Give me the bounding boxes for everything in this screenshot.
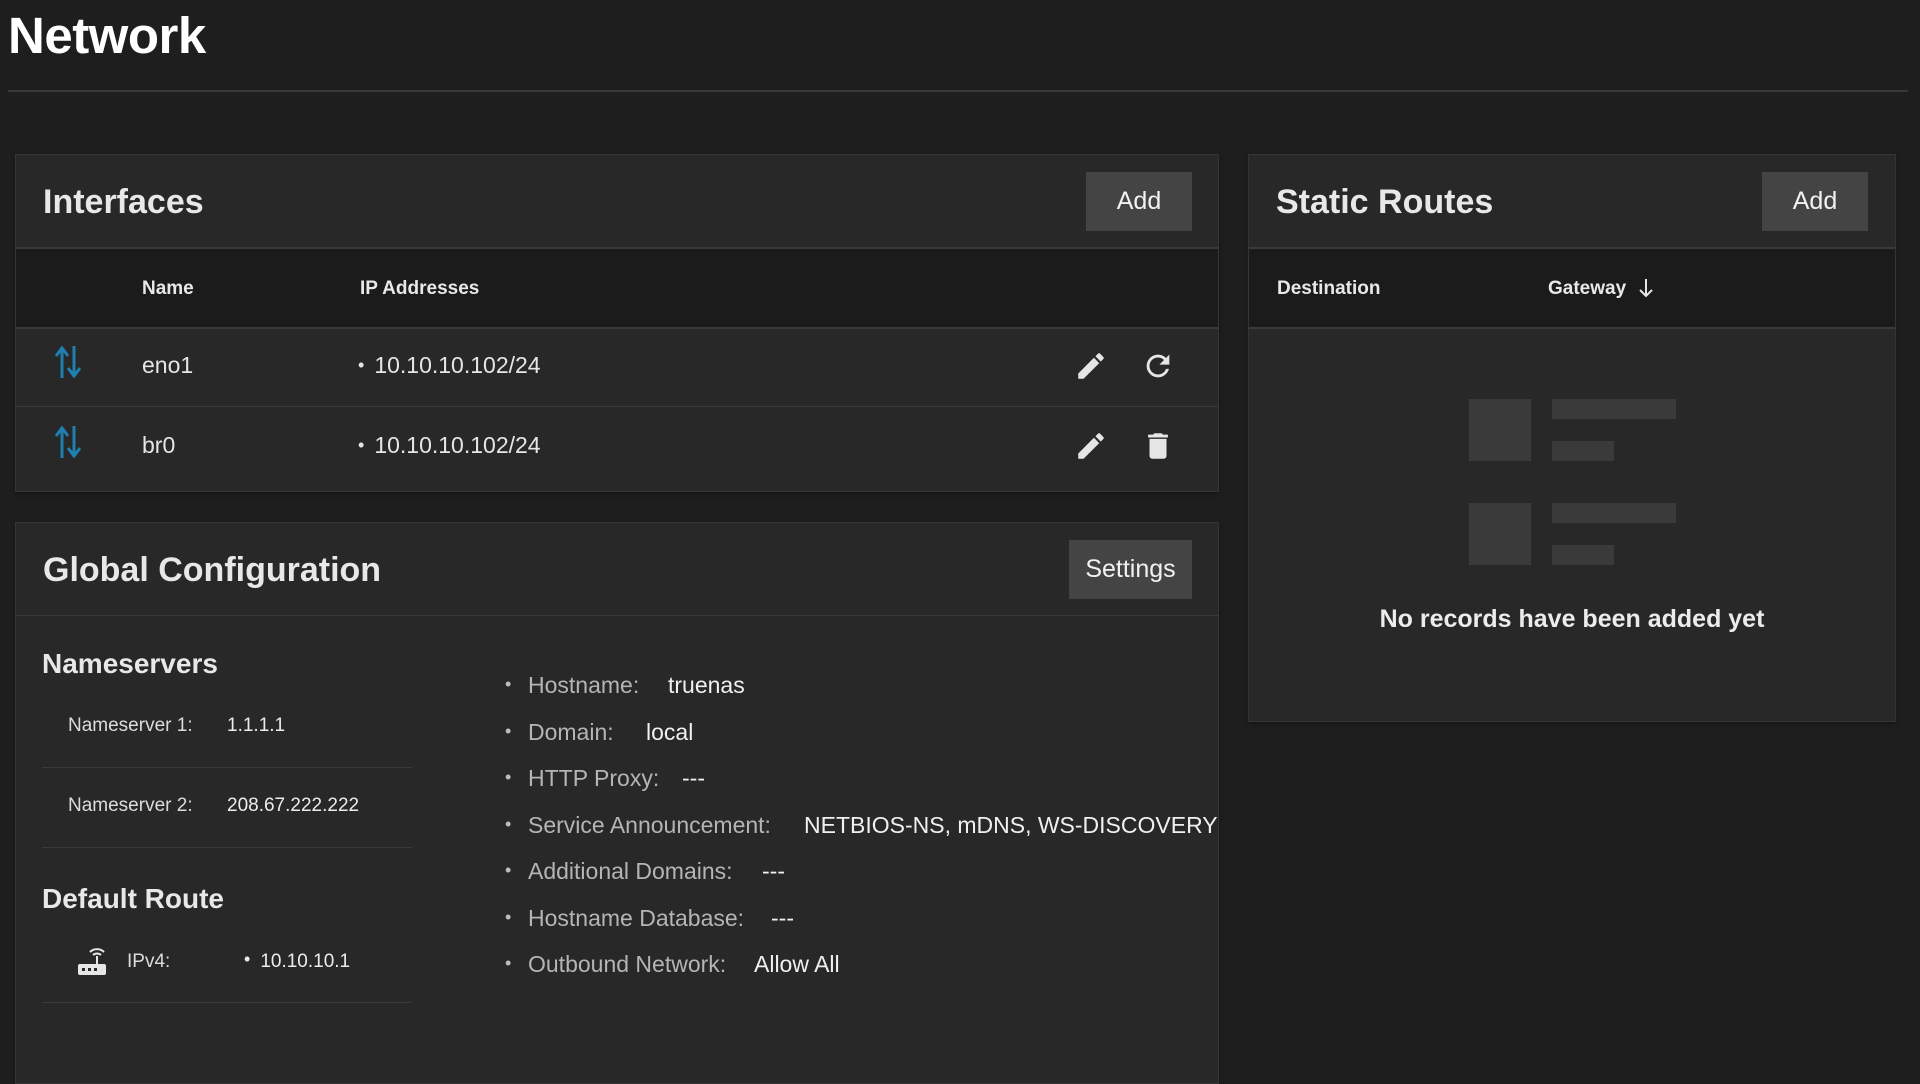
- column-header-ip-addresses[interactable]: IP Addresses: [360, 278, 479, 300]
- table-row[interactable]: eno1 10.10.10.102/24: [16, 327, 1218, 407]
- nameserver-value: 208.67.222.222: [227, 795, 360, 816]
- reset-icon[interactable]: [1141, 349, 1175, 388]
- empty-state-illustration: [1469, 399, 1679, 569]
- nameserver-row: Nameserver 1: 1.1.1.1: [42, 688, 412, 768]
- default-route-heading: Default Route: [42, 883, 224, 914]
- detail-value: Allow All: [754, 951, 840, 977]
- interface-name: br0: [142, 432, 176, 458]
- detail-label: Additional Domains:: [528, 858, 733, 884]
- arrow-down-icon[interactable]: [1637, 277, 1655, 304]
- placeholder-block: [1469, 503, 1531, 565]
- nameserver-row: Nameserver 2: 208.67.222.222: [42, 768, 412, 848]
- detail-value: ---: [762, 858, 785, 884]
- detail-value: truenas: [668, 672, 745, 698]
- add-static-route-button[interactable]: Add: [1762, 172, 1868, 231]
- interface-ip: 10.10.10.102/24: [358, 432, 540, 459]
- interfaces-title: Interfaces: [43, 183, 204, 221]
- card-divider: [16, 615, 1218, 616]
- detail-label: Hostname:: [528, 672, 640, 698]
- detail-value: ---: [682, 765, 705, 791]
- detail-value: NETBIOS-NS, mDNS, WS-DISCOVERY: [804, 811, 1218, 838]
- placeholder-line: [1552, 545, 1614, 565]
- arrows-up-down-icon: [54, 342, 84, 387]
- title-divider: [8, 90, 1908, 92]
- default-route-value: 10.10.10.1: [244, 951, 350, 973]
- placeholder-line: [1552, 503, 1676, 523]
- add-interface-button[interactable]: Add: [1086, 172, 1192, 231]
- nameserver-label: Nameserver 1:: [68, 715, 193, 736]
- static-routes-table-header: Destination Gateway: [1249, 247, 1895, 329]
- page-title: Network: [8, 7, 206, 64]
- default-route-row: IPv4: 10.10.10.1: [42, 924, 412, 1003]
- detail-label: Outbound Network:: [528, 951, 727, 977]
- empty-state-message: No records have been added yet: [1379, 605, 1765, 633]
- static-routes-card: Static Routes Add Destination Gateway No…: [1248, 154, 1896, 722]
- placeholder-line: [1552, 441, 1614, 461]
- detail-label: Service Announcement:: [528, 811, 771, 838]
- placeholder-line: [1552, 399, 1676, 419]
- column-header-gateway[interactable]: Gateway: [1548, 278, 1626, 300]
- interface-name: eno1: [142, 352, 194, 378]
- edit-icon[interactable]: [1074, 429, 1108, 468]
- settings-button[interactable]: Settings: [1069, 540, 1192, 599]
- nameservers-heading: Nameservers: [42, 648, 218, 679]
- detail-value: local: [646, 718, 694, 745]
- static-routes-title: Static Routes: [1276, 183, 1494, 221]
- global-configuration-title: Global Configuration: [43, 551, 382, 589]
- column-header-name[interactable]: Name: [142, 278, 194, 300]
- table-row[interactable]: br0 10.10.10.102/24: [16, 407, 1218, 486]
- default-route-label: IPv4:: [127, 951, 171, 972]
- interfaces-table-header: Name IP Addresses: [16, 247, 1218, 329]
- nameserver-value: 1.1.1.1: [227, 715, 286, 736]
- placeholder-block: [1469, 399, 1531, 461]
- detail-label: Hostname Database:: [528, 904, 745, 931]
- detail-label: Domain:: [528, 718, 614, 745]
- detail-label: HTTP Proxy:: [528, 765, 660, 791]
- nameserver-label: Nameserver 2:: [68, 795, 193, 816]
- router-icon: [76, 946, 108, 983]
- arrows-up-down-icon: [54, 422, 84, 467]
- interface-ip: 10.10.10.102/24: [358, 352, 540, 379]
- edit-icon[interactable]: [1074, 349, 1108, 388]
- detail-value: ---: [771, 904, 794, 931]
- column-header-destination[interactable]: Destination: [1277, 278, 1380, 300]
- interfaces-card: Interfaces Add Name IP Addresses eno1 10…: [15, 154, 1219, 492]
- delete-icon[interactable]: [1141, 429, 1175, 468]
